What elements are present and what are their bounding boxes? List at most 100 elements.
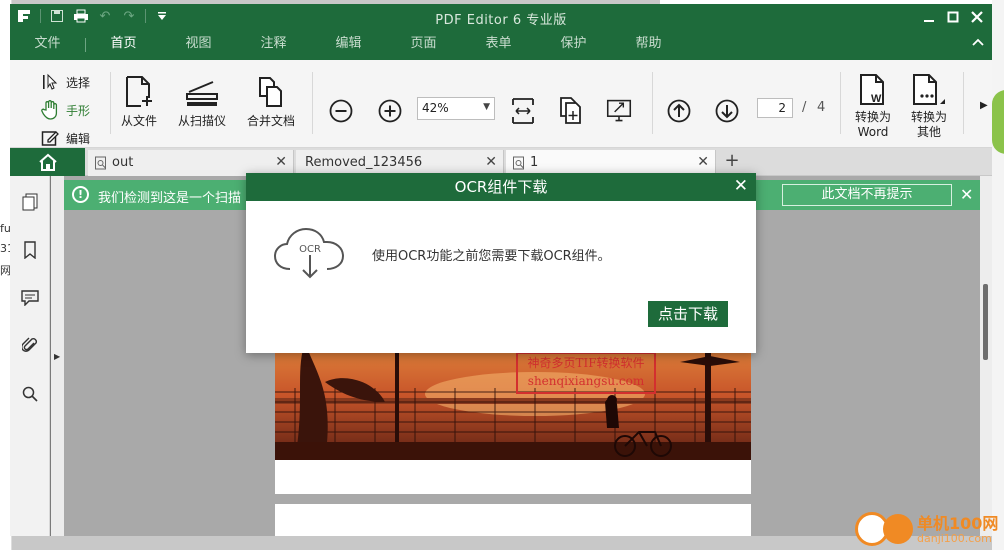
- minimize-icon[interactable]: [918, 7, 940, 27]
- scanned-doc-icon: [512, 156, 526, 174]
- menu-tab-edit[interactable]: 编辑: [311, 30, 386, 60]
- title-bar: ↶ ↷ PDF Editor 6 专业版: [10, 4, 992, 30]
- previous-page-button[interactable]: [666, 98, 692, 124]
- page-image-sunset: [275, 342, 751, 460]
- hand-tool-label: 手形: [66, 103, 91, 118]
- home-icon: [38, 153, 57, 171]
- close-tab-icon[interactable]: ✕: [275, 154, 287, 170]
- document-tab-label: Removed_123456: [305, 155, 423, 170]
- logo-circle: [883, 514, 913, 544]
- next-page-button[interactable]: [714, 98, 740, 124]
- search-icon[interactable]: [20, 384, 40, 404]
- desktop-background-right: [992, 0, 1004, 550]
- create-from-scanner-button[interactable]: 从扫描仪: [172, 74, 232, 129]
- full-screen-button[interactable]: [606, 98, 632, 124]
- scanner-icon: [186, 81, 218, 106]
- home-tab[interactable]: [10, 148, 85, 176]
- edit-tool-label: 编辑: [66, 131, 91, 146]
- bookmark-icon[interactable]: [20, 240, 40, 260]
- hand-icon: [40, 100, 60, 120]
- document-tab-label: 1: [530, 155, 539, 170]
- zoom-out-button[interactable]: [328, 98, 354, 124]
- watermark-stamp: 神奇多页TIF转换软件 shenqixiangsu.com: [516, 352, 656, 394]
- zoom-in-button[interactable]: [377, 98, 403, 124]
- select-tool[interactable]: 选择: [40, 68, 90, 96]
- hand-tool[interactable]: 手形: [40, 96, 90, 124]
- ocr-icon-label: OCR: [299, 244, 321, 255]
- ribbon-divider: [840, 72, 841, 134]
- ocr-cloud-download-icon: OCR: [272, 225, 348, 287]
- menu-tab-protect[interactable]: 保护: [536, 30, 611, 60]
- window-controls: [918, 7, 988, 27]
- sidebar-expand-handle[interactable]: ▶: [51, 176, 64, 536]
- scanned-doc-icon: [94, 156, 108, 174]
- fit-page-button[interactable]: [558, 97, 584, 124]
- ribbon-divider: [312, 72, 313, 134]
- site-watermark-logo: 单机100网 danji100.com: [855, 508, 1004, 550]
- menu-tab-help[interactable]: 帮助: [611, 30, 686, 60]
- arrow-down-icon: [715, 99, 739, 123]
- zoom-value: 42%: [422, 101, 449, 115]
- dialog-message: 使用OCR功能之前您需要下载OCR组件。: [372, 249, 611, 264]
- merge-documents-button[interactable]: 合并文档: [242, 74, 300, 129]
- document-tab-label: out: [112, 155, 134, 170]
- left-sidebar: [10, 176, 50, 536]
- menu-tab-comment[interactable]: 注释: [236, 30, 311, 60]
- close-icon[interactable]: [966, 7, 988, 27]
- convert-to-other-button[interactable]: 转换为 其他: [904, 72, 954, 140]
- attachment-icon[interactable]: [20, 336, 40, 356]
- create-from-file-button[interactable]: 从文件: [116, 74, 162, 129]
- comments-icon[interactable]: [20, 288, 40, 308]
- menu-tab-page[interactable]: 页面: [386, 30, 461, 60]
- menu-tab-form[interactable]: 表单: [461, 30, 536, 60]
- tool-mode-group: 选择 手形 编辑: [40, 68, 90, 152]
- fit-width-icon: [512, 98, 534, 124]
- maximize-icon[interactable]: [942, 7, 964, 27]
- zoom-out-icon: [329, 99, 353, 123]
- collapse-ribbon-icon[interactable]: [972, 35, 984, 51]
- ribbon-divider: [110, 72, 111, 134]
- logo-url: danji100.com: [917, 532, 992, 545]
- stamp-line-2: shenqixiangsu.com: [527, 374, 645, 388]
- close-notice-icon[interactable]: ✕: [960, 185, 973, 204]
- zoom-select[interactable]: 42% ▼: [417, 97, 495, 120]
- stamp-line-1: 神奇多页TIF转换软件: [527, 356, 645, 370]
- menu-tab-view[interactable]: 视图: [161, 30, 236, 60]
- ribbon-scroll-right-icon[interactable]: ▶: [980, 100, 988, 111]
- full-screen-icon: [606, 99, 632, 122]
- new-file-icon: [126, 76, 152, 107]
- word-file-icon: W: [860, 74, 884, 105]
- fit-page-icon: [560, 97, 581, 124]
- svg-text:W: W: [871, 93, 882, 105]
- menu-tab-file[interactable]: 文件: [10, 30, 85, 60]
- menu-tab-home[interactable]: 首页: [86, 30, 161, 60]
- create-from-file-label: 从文件: [120, 114, 157, 128]
- convert-to-other-target: 其他: [916, 125, 941, 139]
- scrollbar-thumb[interactable]: [983, 284, 988, 360]
- app-window: ↶ ↷ PDF Editor 6 专业版 文件 首页 视图 注释 编辑 页面 表…: [10, 4, 992, 536]
- pdf-page: [275, 504, 751, 536]
- vertical-scrollbar[interactable]: [980, 176, 992, 536]
- menu-bar: 文件 首页 视图 注释 编辑 页面 表单 保护 帮助: [10, 30, 992, 60]
- page-separator: /: [802, 100, 807, 115]
- page-total: 4: [817, 100, 826, 115]
- fit-width-button[interactable]: [510, 98, 536, 124]
- other-file-icon: [913, 74, 945, 105]
- new-tab-button[interactable]: +: [721, 150, 743, 174]
- desktop-green-shape: [992, 90, 1004, 154]
- thumbnails-icon[interactable]: [20, 192, 40, 212]
- close-tab-icon[interactable]: ✕: [485, 154, 497, 170]
- download-button[interactable]: 点击下载: [648, 301, 728, 327]
- info-icon: !: [72, 186, 89, 203]
- dialog-close-icon[interactable]: ✕: [734, 176, 748, 196]
- close-tab-icon[interactable]: ✕: [697, 154, 709, 170]
- dont-show-again-button[interactable]: 此文档不再提示: [782, 184, 952, 206]
- convert-to-other-label: 转换为: [910, 110, 947, 124]
- ribbon-divider: [652, 72, 653, 134]
- ocr-notice-text: 我们检测到这是一个扫描: [98, 191, 242, 206]
- convert-to-word-button[interactable]: W 转换为 Word: [848, 72, 898, 140]
- chevron-down-icon: ▼: [483, 102, 490, 112]
- dialog-title: OCR组件下载: [246, 173, 756, 201]
- current-page-input[interactable]: 2: [757, 98, 793, 118]
- merge-documents-label: 合并文档: [246, 114, 295, 128]
